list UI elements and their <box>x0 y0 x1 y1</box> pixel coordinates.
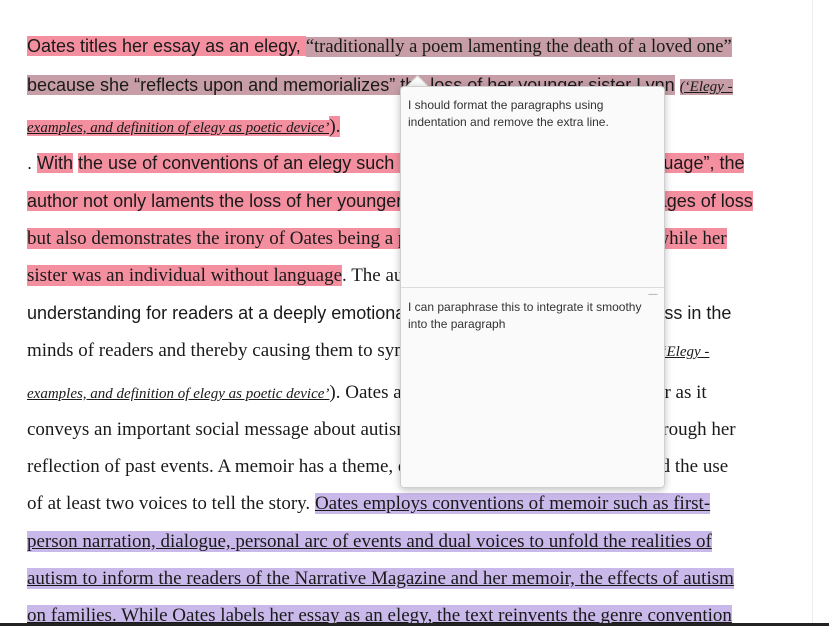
highlighted-text[interactable]: With <box>37 153 74 173</box>
comment-text[interactable]: I should format the paragraphs using ind… <box>408 97 648 131</box>
highlighted-text[interactable]: autism to inform the readers of the Narr… <box>27 568 734 589</box>
text-line: examples, and definition of elegy as poe… <box>27 116 341 138</box>
citation-link[interactable]: examples, and definition of elegy as poe… <box>27 386 329 402</box>
minimize-icon[interactable]: — <box>648 289 658 300</box>
text-line: autism to inform the readers of the Narr… <box>27 568 734 590</box>
highlighted-quote[interactable]: “traditionally a poem lamenting the deat… <box>305 37 732 57</box>
highlighted-text[interactable]: sister was an individual without languag… <box>27 265 343 286</box>
comment-popup[interactable]: I should format the paragraphs using ind… <box>400 86 665 488</box>
text-line: Oates titles her essay as an elegy, “tra… <box>27 36 732 58</box>
citation-link[interactable]: examples, and definition of elegy as poe… <box>27 120 330 136</box>
text-span: of at least two voices to tell the story… <box>27 493 315 514</box>
page-right-margin <box>812 0 829 626</box>
highlighted-text[interactable]: Oates titles her essay as an elegy, <box>27 36 306 56</box>
citation-link[interactable]: (‘Elegy - <box>679 79 733 95</box>
highlighted-quote[interactable]: because she “reflects upon and memoriali… <box>27 75 396 95</box>
citation-end: ). <box>329 116 341 137</box>
text-line: person narration, dialogue, personal arc… <box>27 531 712 553</box>
highlighted-text[interactable]: Oates employs conventions of memoir such… <box>314 493 711 514</box>
comment-divider <box>401 287 664 288</box>
comment-text[interactable]: I can paraphrase this to integrate it sm… <box>408 299 648 333</box>
text-line: of at least two voices to tell the story… <box>27 493 711 515</box>
text-span: . <box>27 153 38 173</box>
highlighted-text[interactable]: the use of conventions of an elegy such … <box>78 153 424 173</box>
highlighted-text[interactable]: person narration, dialogue, personal arc… <box>27 531 712 552</box>
